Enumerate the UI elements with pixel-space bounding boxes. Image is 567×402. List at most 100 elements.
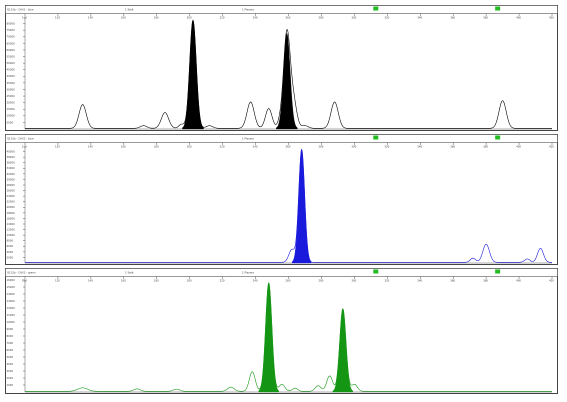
chart1-x-tick-label-220: 220 bbox=[220, 16, 225, 20]
chart1-header-bar bbox=[5, 5, 558, 14]
chart2-y-tick-label-20000: 20000 bbox=[7, 205, 16, 209]
chart3-x-tick-label-280: 280 bbox=[318, 279, 323, 283]
chart3-y-tick-label-9000: 9000 bbox=[7, 327, 14, 331]
chart3-y-tick-label-10000: 10000 bbox=[7, 320, 16, 324]
chart3-marker-2 bbox=[495, 269, 501, 274]
chart-panel-2: Q1S1b - CHX2 - blue 1 Plasma 100 120 140 160 1… bbox=[5, 134, 558, 265]
chart2-y-tick-label-14000: 14000 bbox=[7, 222, 16, 226]
chart2-x-tick-label-220: 220 bbox=[220, 145, 225, 149]
chart2-y-tick-label-22000: 22000 bbox=[7, 200, 16, 204]
chart2-x-tick-label-320: 320 bbox=[384, 145, 389, 149]
chart2-x-tick-label-340: 340 bbox=[417, 145, 422, 149]
chart2-y-tick-label-8000: 8000 bbox=[7, 239, 14, 243]
chart2-marker-2 bbox=[495, 135, 501, 140]
chart3-x-tick-label-420: 420 bbox=[549, 279, 554, 283]
chart3-y-tick-label-13000: 13000 bbox=[7, 299, 16, 303]
chart1-y-tick-label-35000: 35000 bbox=[7, 81, 16, 85]
chart1-y-tick-label-50000: 50000 bbox=[7, 61, 16, 65]
chart2-x-tick-label-300: 300 bbox=[351, 145, 356, 149]
chart2-y-tick-label-4000: 4000 bbox=[7, 250, 14, 254]
chart-panel-1: Q1S1b - CHX1 - blue 1 Stelt 1 Plasma 100 120… bbox=[5, 5, 558, 131]
chart2-y-tick-label-16000: 16000 bbox=[7, 216, 16, 220]
chart1-y-tick-label-30000: 30000 bbox=[7, 87, 16, 91]
chart3-y-tick-label-3000: 3000 bbox=[7, 369, 14, 373]
chart2-y-tick-label-12000: 12000 bbox=[7, 227, 16, 231]
chart3-x-tick-label-160: 160 bbox=[121, 279, 126, 283]
chart3-y-tick-label-15000: 15000 bbox=[7, 285, 16, 289]
chart2-x-tick-label-380: 380 bbox=[483, 145, 488, 149]
chart1-x-tick-label-320: 320 bbox=[384, 16, 389, 20]
chart1-y-tick-label-65000: 65000 bbox=[7, 41, 16, 45]
chart1-x-tick-label-340: 340 bbox=[417, 16, 422, 20]
chart1-header-left: Q1S1b - CHX1 - blue bbox=[7, 8, 34, 12]
chart3-y-tick-label-16000: 16000 bbox=[7, 278, 16, 282]
chart3-x-tick-label-100: 100 bbox=[22, 279, 27, 283]
chart1-x-tick-label-300: 300 bbox=[351, 16, 356, 20]
chart-panel-1-svg: Q1S1b - CHX1 - blue 1 Stelt 1 Plasma 100 120… bbox=[5, 5, 558, 131]
chart3-marker-1 bbox=[373, 269, 379, 274]
chart2-y-tick-label-28000: 28000 bbox=[7, 183, 16, 187]
chart1-x-tick-label-400: 400 bbox=[516, 16, 521, 20]
chart2-x-tick-label-260: 260 bbox=[286, 145, 291, 149]
chart3-x-tick-label-320: 320 bbox=[384, 279, 389, 283]
chart1-x-tick-label-200: 200 bbox=[187, 16, 192, 20]
chart1-y-tick-label-15000: 15000 bbox=[7, 107, 16, 111]
chart3-x-tick-label-360: 360 bbox=[450, 279, 455, 283]
chart2-x-tick-label-120: 120 bbox=[55, 145, 60, 149]
chart2-x-tick-label-200: 200 bbox=[187, 145, 192, 149]
chart3-frame bbox=[5, 268, 558, 394]
chart3-x-tick-label-180: 180 bbox=[154, 279, 159, 283]
chart3-x-tick-label-200: 200 bbox=[187, 279, 192, 283]
chart2-y-tick-label-36000: 36000 bbox=[7, 161, 16, 165]
chart1-y-tick-label-40000: 40000 bbox=[7, 74, 16, 78]
chart-panel-3: Q1S1b - CHX3 - green 1 Stelt 1 Plasma 100 12… bbox=[5, 268, 558, 394]
chart2-x-tick-label-400: 400 bbox=[516, 145, 521, 149]
chart1-x-tick-label-240: 240 bbox=[253, 16, 258, 20]
chart2-y-tick-label-6000: 6000 bbox=[7, 244, 14, 248]
chart2-x-tick-label-420: 420 bbox=[549, 145, 554, 149]
chart-panel-2-svg: Q1S1b - CHX2 - blue 1 Plasma 100 120 140 160 1… bbox=[5, 134, 558, 265]
chart3-x-tick-label-220: 220 bbox=[220, 279, 225, 283]
chart2-y-tick-label-10000: 10000 bbox=[7, 233, 16, 237]
chart2-x-tick-label-240: 240 bbox=[253, 145, 258, 149]
chart2-x-tick-label-280: 280 bbox=[318, 145, 323, 149]
chart2-y-tick-label-26000: 26000 bbox=[7, 188, 16, 192]
chart1-y-tick-label-55000: 55000 bbox=[7, 54, 16, 58]
chart1-y-tick-label-75000: 75000 bbox=[7, 28, 16, 32]
chart3-y-tick-label-7000: 7000 bbox=[7, 341, 14, 345]
chart3-x-tick-label-400: 400 bbox=[516, 279, 521, 283]
chart3-y-tick-label-2000: 2000 bbox=[7, 376, 14, 380]
chart1-y-tick-label-20000: 20000 bbox=[7, 101, 16, 105]
chart1-y-tick-label-60000: 60000 bbox=[7, 48, 16, 52]
chart3-header-center-right: 1 Plasma bbox=[242, 271, 254, 275]
chart3-y-tick-label-4000: 4000 bbox=[7, 362, 14, 366]
chart1-x-tick-label-100: 100 bbox=[22, 16, 27, 20]
chart2-x-tick-label-160: 160 bbox=[121, 145, 126, 149]
chart1-x-tick-label-140: 140 bbox=[88, 16, 93, 20]
chart2-y-tick-label-32000: 32000 bbox=[7, 172, 16, 176]
chart3-header-left: Q1S1b - CHX3 - green bbox=[7, 271, 36, 275]
chart1-x-tick-label-260: 260 bbox=[286, 16, 291, 20]
electropherogram-window: Q1S1b - CHX1 - blue 1 Stelt 1 Plasma 100 120… bbox=[0, 0, 567, 402]
chart3-y-tick-label-1000: 1000 bbox=[7, 383, 14, 387]
chart3-x-tick-label-340: 340 bbox=[417, 279, 422, 283]
chart2-x-tick-label-100: 100 bbox=[22, 145, 27, 149]
chart2-x-tick-label-180: 180 bbox=[154, 145, 159, 149]
chart3-x-tick-label-120: 120 bbox=[55, 279, 60, 283]
chart3-y-tick-label-6000: 6000 bbox=[7, 348, 14, 352]
chart3-x-tick-label-260: 260 bbox=[286, 279, 291, 283]
chart2-y-tick-label-18000: 18000 bbox=[7, 211, 16, 215]
chart2-header-bar bbox=[5, 134, 558, 143]
chart1-x-tick-label-420: 420 bbox=[549, 16, 554, 20]
chart1-marker-2 bbox=[495, 6, 501, 11]
chart2-x-tick-label-140: 140 bbox=[88, 145, 93, 149]
chart3-header-center-left: 1 Stelt bbox=[125, 271, 133, 275]
chart1-y-tick-label-45000: 45000 bbox=[7, 68, 16, 72]
chart1-y-tick-label-10000: 10000 bbox=[7, 114, 16, 118]
chart2-header-center-right: 1 Plasma bbox=[242, 137, 254, 141]
chart3-y-tick-label-8000: 8000 bbox=[7, 334, 14, 338]
chart2-x-tick-label-360: 360 bbox=[450, 145, 455, 149]
chart3-x-tick-label-240: 240 bbox=[253, 279, 258, 283]
chart1-y-tick-label-5000: 5000 bbox=[7, 120, 14, 124]
chart1-x-tick-label-380: 380 bbox=[483, 16, 488, 20]
